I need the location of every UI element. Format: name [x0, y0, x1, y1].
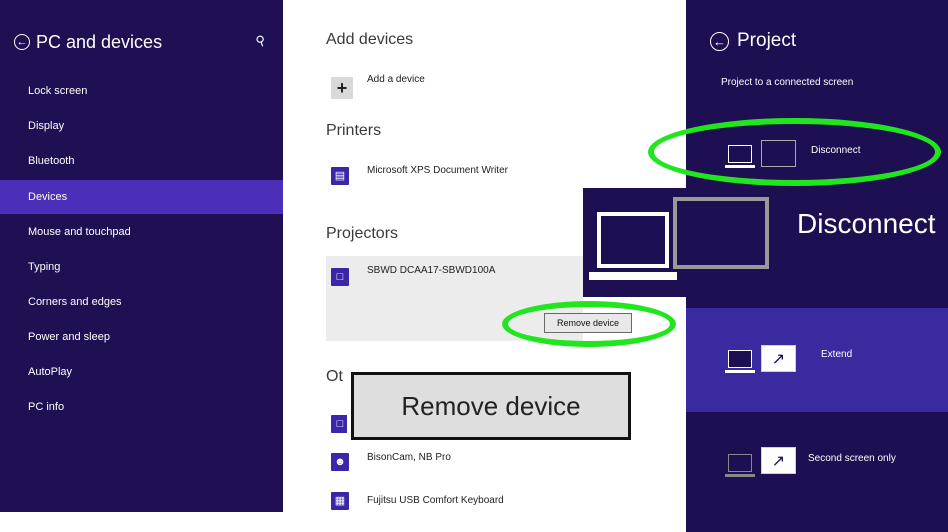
back-arrow-icon[interactable]: ← [710, 31, 729, 51]
sidebar-item-power-and-sleep[interactable]: Power and sleep [0, 320, 283, 354]
disconnect-zoom-label: Disconnect [797, 208, 936, 239]
sidebar-title: PC and devices [36, 31, 163, 52]
sidebar-item-display[interactable]: Display [0, 109, 283, 143]
sidebar-item-bluetooth[interactable]: Bluetooth [0, 144, 283, 178]
second-screen-icon [673, 197, 769, 269]
sidebar-item-label: Devices [28, 191, 68, 203]
add-devices-heading: Add devices [326, 31, 414, 48]
project-option-second-screen-only[interactable]: ↗ Second screen only [686, 432, 948, 502]
printers-heading: Printers [326, 122, 382, 139]
sidebar-item-pc-info[interactable]: PC info [0, 390, 283, 424]
sidebar-item-lock-screen[interactable]: Lock screen [0, 74, 283, 108]
settings-sidebar: ← PC and devices ⚲ Lock screen Display B… [0, 0, 283, 512]
second-screen-icon: ↗ [761, 345, 796, 372]
laptop-icon [725, 454, 756, 482]
sidebar-item-label: Display [28, 120, 65, 132]
add-device-label[interactable]: Add a device [367, 74, 425, 85]
projector-name: SBWD DCAA17-SBWD100A [367, 265, 496, 276]
project-subtitle: Project to a connected screen [721, 77, 854, 88]
sidebar-item-label: Power and sleep [28, 331, 110, 343]
sidebar-item-mouse-and-touchpad[interactable]: Mouse and touchpad [0, 215, 283, 249]
monitor-icon: □ [331, 268, 349, 286]
back-arrow-icon[interactable]: ← [14, 34, 30, 50]
printer-icon: ▤ [331, 167, 349, 185]
sidebar-header: ← PC and devices [14, 30, 162, 54]
remove-device-zoom-callout: Remove device [347, 368, 635, 444]
sidebar-item-label: PC info [28, 401, 65, 413]
projectors-heading: Projectors [326, 225, 399, 242]
sidebar-item-label: Corners and edges [28, 296, 122, 308]
project-option-extend[interactable]: ↗ Extend [686, 308, 948, 412]
sidebar-item-corners-and-edges[interactable]: Corners and edges [0, 285, 283, 319]
disconnect-zoom-callout: Disconnect [583, 188, 948, 297]
project-header: ← Project [710, 30, 796, 52]
highlight-ring [502, 301, 676, 347]
webcam-icon: ☻ [331, 453, 349, 471]
sidebar-item-typing[interactable]: Typing [0, 250, 283, 284]
device-name[interactable]: BisonCam, NB Pro [367, 452, 451, 463]
keyboard-icon: ▦ [331, 492, 349, 510]
sidebar-item-devices[interactable]: Devices [0, 180, 283, 214]
add-device-button[interactable]: + [331, 77, 353, 99]
sidebar-item-label: Mouse and touchpad [28, 226, 131, 238]
device-name[interactable]: Fujitsu USB Comfort Keyboard [367, 495, 504, 506]
laptop-icon [725, 350, 756, 378]
sidebar-item-label: Lock screen [28, 85, 88, 97]
sidebar-item-label: AutoPlay [28, 366, 73, 378]
remove-device-zoom-label: Remove device [351, 372, 631, 440]
second-screen-icon: ↗ [761, 447, 796, 474]
printer-name[interactable]: Microsoft XPS Document Writer [367, 165, 508, 176]
other-devices-heading: Ot [326, 368, 343, 385]
sidebar-item-label: Typing [28, 261, 61, 273]
search-icon[interactable]: ⚲ [254, 32, 268, 50]
option-label: Second screen only [808, 453, 896, 464]
plus-icon: + [336, 77, 348, 98]
project-title: Project [737, 30, 797, 51]
option-label: Extend [821, 349, 853, 360]
sidebar-item-autoplay[interactable]: AutoPlay [0, 355, 283, 389]
laptop-icon [589, 212, 679, 292]
sidebar-item-label: Bluetooth [28, 155, 75, 167]
highlight-ring [648, 118, 941, 186]
